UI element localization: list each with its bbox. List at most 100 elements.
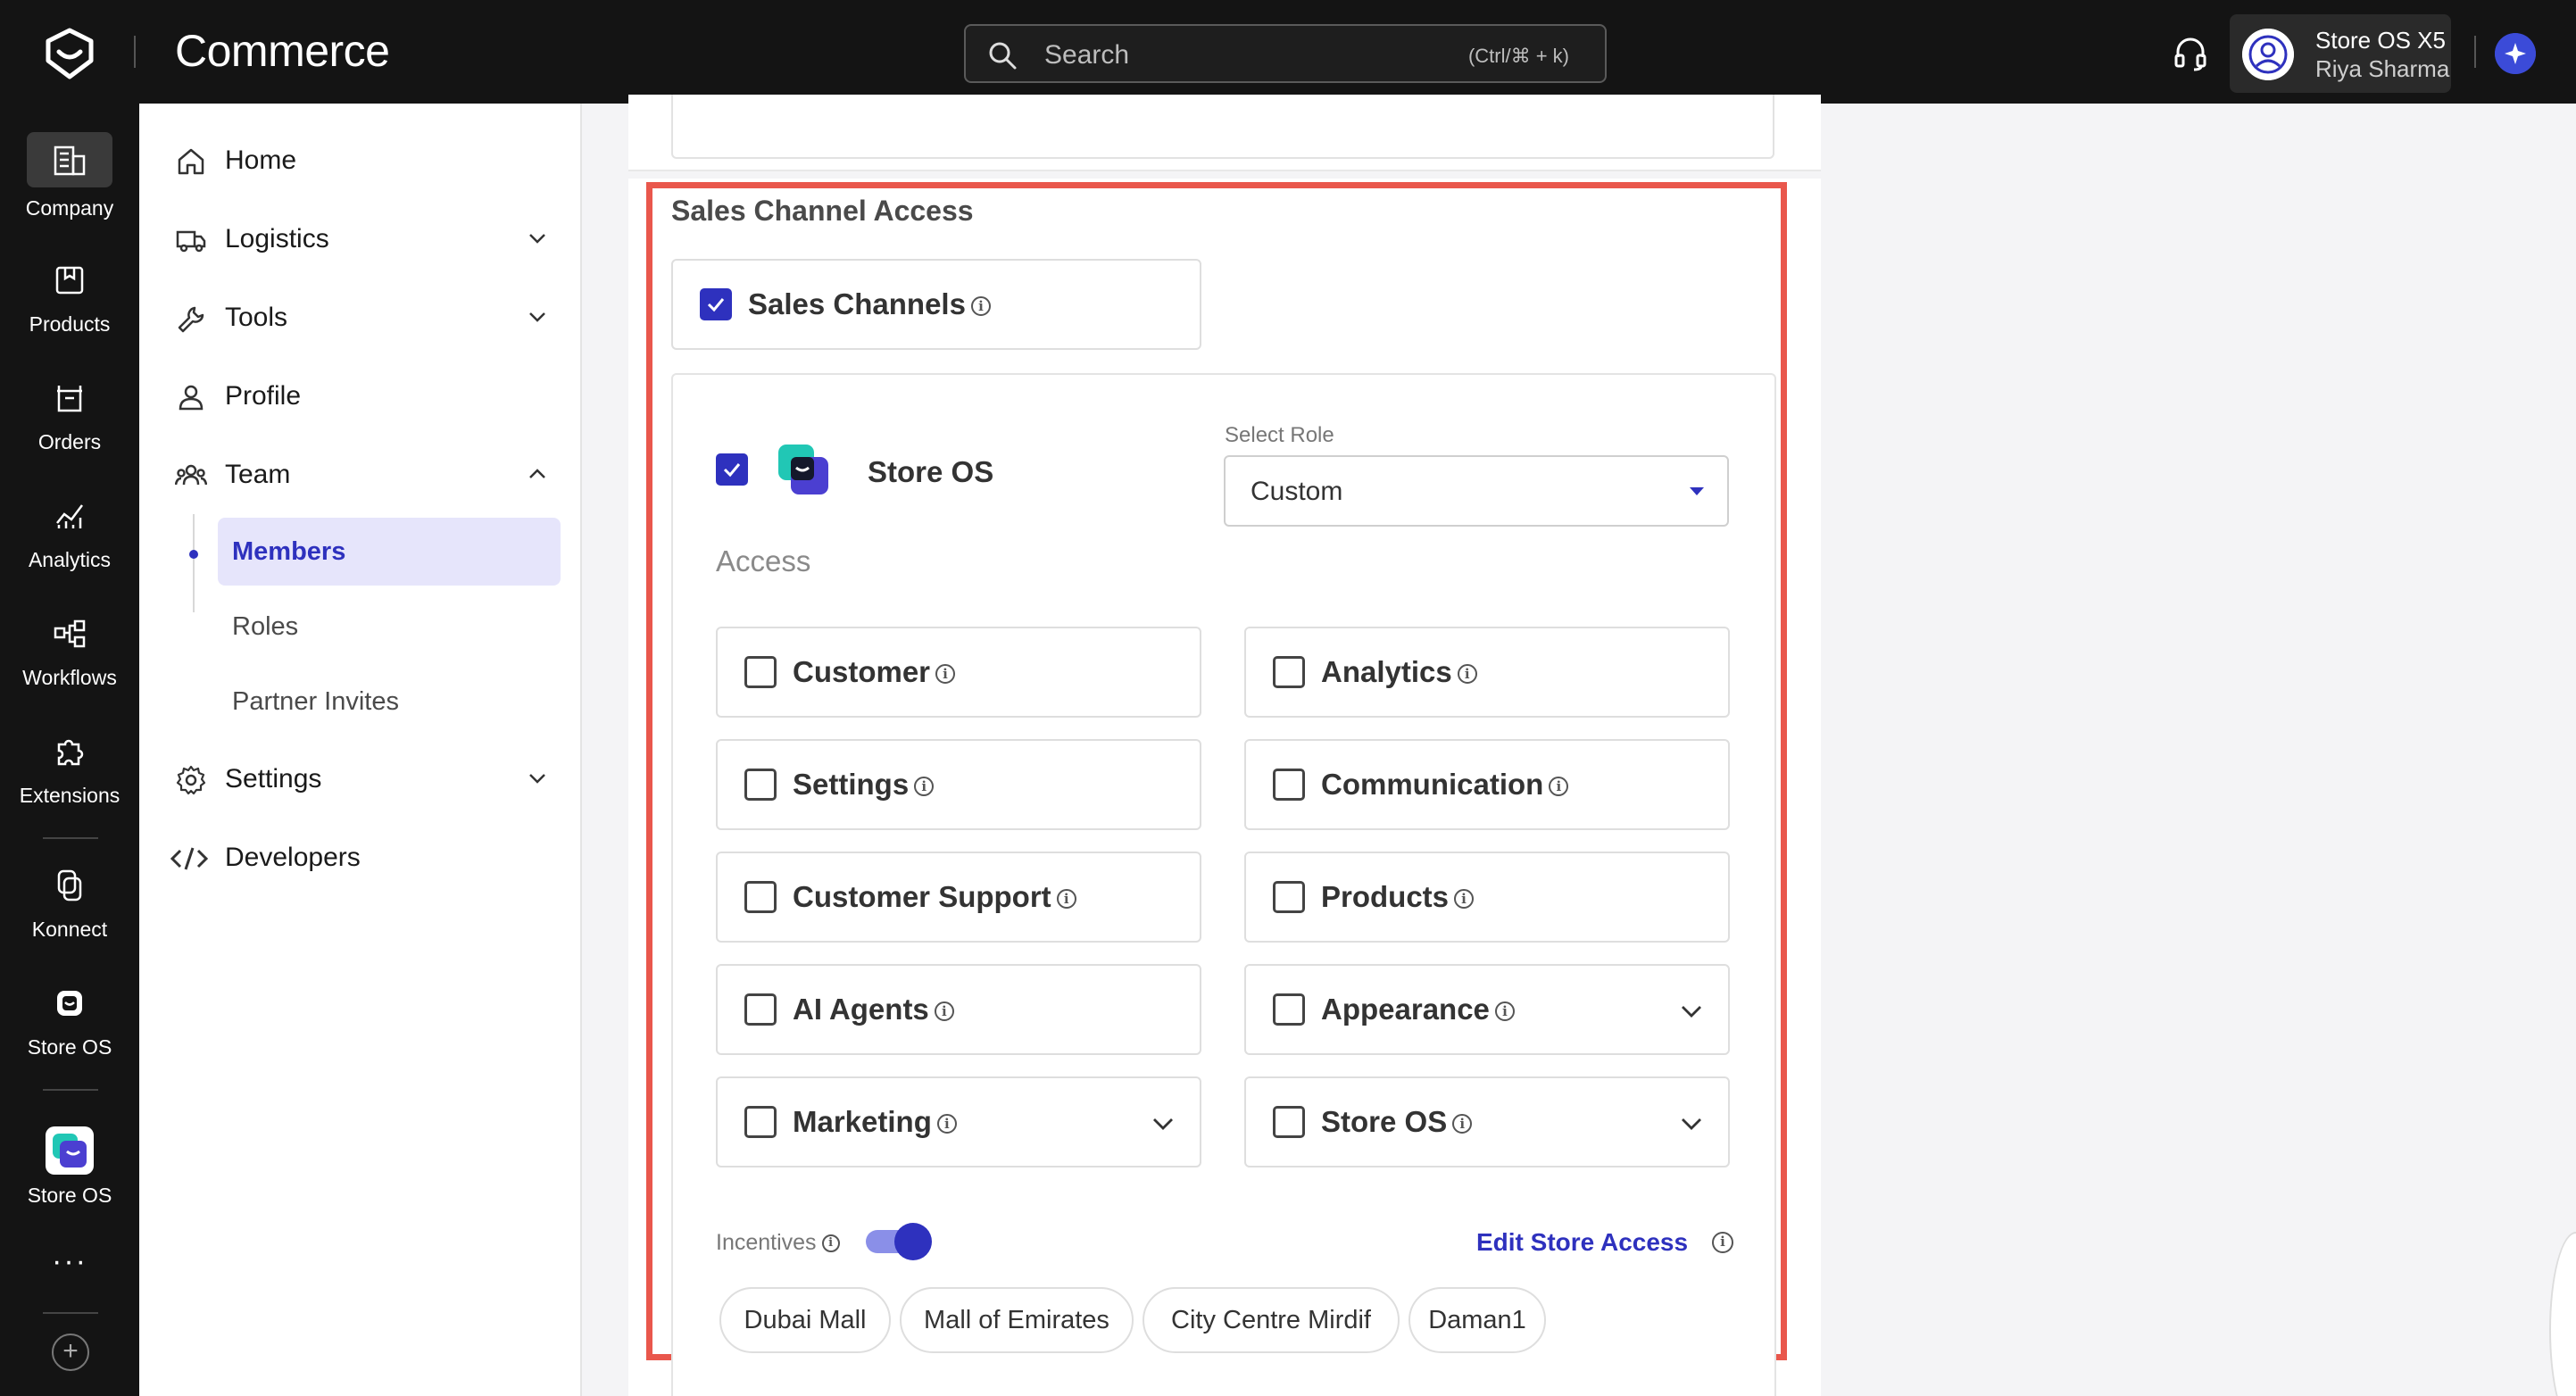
more-icon[interactable]: ···	[0, 1244, 139, 1279]
permission-checkbox[interactable]	[1273, 993, 1305, 1026]
permission-label: Store OS i	[1321, 1105, 1473, 1139]
permission-option[interactable]: Appearance i	[1244, 964, 1730, 1055]
sidebar-subitem-label[interactable]: Members	[232, 537, 345, 567]
info-icon[interactable]: i	[1452, 1114, 1473, 1134]
permission-label: AI Agents i	[793, 993, 954, 1026]
tree-line	[193, 514, 195, 612]
info-icon[interactable]: i	[1056, 889, 1076, 910]
info-icon[interactable]: i	[936, 1114, 957, 1134]
permission-option[interactable]: Store OS i	[1244, 1076, 1730, 1167]
permission-checkbox[interactable]	[1273, 656, 1305, 688]
rail-item-label: Products	[29, 312, 111, 336]
rail-item-company[interactable]: Company	[0, 132, 139, 220]
rail-item-products[interactable]: Products	[0, 261, 139, 337]
search-box[interactable]: Search (Ctrl/⌘ + k)	[964, 24, 1607, 83]
brand-logo-icon[interactable]	[41, 25, 98, 82]
edit-store-access-link[interactable]: Edit Store Access	[1476, 1228, 1688, 1257]
sidebar-item-settings[interactable]: Settings	[175, 753, 550, 803]
search-icon	[989, 42, 1017, 70]
access-label: Access	[716, 544, 811, 578]
permission-option[interactable]: AI Agents i	[716, 964, 1201, 1055]
account-user-name: Riya Sharma	[2315, 55, 2450, 82]
info-icon[interactable]: i	[970, 296, 991, 317]
store-pill[interactable]: City Centre Mirdif	[1143, 1287, 1400, 1353]
store-pill[interactable]: Daman1	[1408, 1287, 1546, 1353]
role-select[interactable]: Custom	[1224, 455, 1729, 527]
rail-item-orders[interactable]: Orders	[0, 378, 139, 454]
permission-label: Settings i	[793, 768, 935, 802]
store-pill[interactable]: Mall of Emirates	[900, 1287, 1134, 1353]
permission-option[interactable]: Customer i	[716, 627, 1201, 718]
sales-channels-option[interactable]: Sales Channels i	[671, 259, 1201, 350]
permission-checkbox[interactable]	[744, 1106, 777, 1138]
store-os-logo-icon	[778, 445, 828, 494]
permission-option[interactable]: Customer Support i	[716, 852, 1201, 943]
topbar-divider	[134, 36, 136, 68]
permission-checkbox[interactable]	[1273, 881, 1305, 913]
permission-option[interactable]: Settings i	[716, 739, 1201, 830]
option-label: Sales Channels i	[748, 287, 991, 321]
rail-item-extensions[interactable]: Extensions	[0, 732, 139, 808]
permission-checkbox[interactable]	[1273, 769, 1305, 801]
rail-item-label: Analytics	[28, 548, 112, 571]
rail-item-workflows[interactable]: Workflows	[0, 614, 139, 690]
rail-item-store-os[interactable]: Store OS	[0, 984, 139, 1059]
sidebar-item-logistics[interactable]: Logistics	[175, 213, 550, 263]
chevron-down-icon[interactable]	[1150, 1110, 1176, 1137]
sidebar-subitem-partner-invites[interactable]: Partner Invites	[232, 687, 399, 717]
incentives-toggle[interactable]	[866, 1223, 932, 1260]
store-os-checkbox[interactable]	[716, 453, 748, 486]
rail-item-konnect[interactable]: Konnect	[0, 866, 139, 942]
workflow-icon	[54, 619, 86, 648]
rail-item-label: Workflows	[22, 666, 117, 689]
account-switcher[interactable]: Store OS X5 Riya Sharma	[2230, 14, 2451, 93]
info-icon[interactable]: i	[934, 1001, 954, 1022]
chevron-down-icon	[529, 312, 545, 322]
rail-separator	[43, 837, 98, 839]
sidebar-item-label: Developers	[225, 843, 361, 872]
sidebar-item-profile[interactable]: Profile	[175, 370, 550, 420]
headset-icon[interactable]	[2171, 34, 2210, 73]
search-placeholder: Search	[1044, 40, 1130, 70]
ai-assistant-icon[interactable]	[2495, 33, 2536, 74]
rail-item-store-os-app[interactable]: Store OS	[0, 1126, 139, 1208]
sidebar-item-label: Logistics	[225, 224, 329, 253]
permission-checkbox[interactable]	[1273, 1106, 1305, 1138]
sidebar-item-team[interactable]: Team	[175, 449, 550, 499]
info-icon[interactable]: i	[1457, 664, 1477, 685]
orders-icon	[57, 386, 82, 412]
permission-label: Appearance i	[1321, 993, 1515, 1026]
sidebar-item-label: Tools	[225, 303, 288, 332]
rail-item-analytics[interactable]: Analytics	[0, 496, 139, 572]
permission-checkbox[interactable]	[744, 881, 777, 913]
info-icon[interactable]: i	[935, 664, 956, 685]
user-icon	[179, 385, 204, 411]
info-icon[interactable]: i	[1494, 1001, 1515, 1022]
sidebar-item-home[interactable]: Home	[175, 135, 550, 185]
box-icon	[55, 266, 84, 295]
sidebar-item-developers[interactable]: Developers	[170, 832, 550, 882]
permission-option[interactable]: Analytics i	[1244, 627, 1730, 718]
permission-checkbox[interactable]	[744, 769, 777, 801]
permission-checkbox[interactable]	[744, 656, 777, 688]
permission-option[interactable]: Communication i	[1244, 739, 1730, 830]
info-icon[interactable]: i	[1549, 777, 1569, 797]
store-os-icon	[57, 991, 82, 1016]
add-icon[interactable]: +	[52, 1334, 89, 1371]
permission-option[interactable]: Marketing i	[716, 1076, 1201, 1167]
info-icon[interactable]: i	[914, 777, 935, 797]
sidebar-item-tools[interactable]: Tools	[175, 292, 550, 342]
chevron-down-icon[interactable]	[1678, 1110, 1705, 1137]
permission-option[interactable]: Products i	[1244, 852, 1730, 943]
caret-down-icon	[1690, 487, 1704, 495]
info-icon[interactable]: i	[821, 1234, 840, 1253]
info-icon[interactable]: i	[1712, 1232, 1733, 1253]
store-os-name: Store OS	[868, 455, 994, 488]
rail-item-label: Extensions	[19, 784, 120, 807]
sales-channels-checkbox[interactable]	[700, 288, 732, 320]
store-pill[interactable]: Dubai Mall	[719, 1287, 891, 1353]
info-icon[interactable]: i	[1454, 889, 1475, 910]
chevron-down-icon[interactable]	[1678, 998, 1705, 1025]
sidebar-subitem-roles[interactable]: Roles	[232, 612, 298, 642]
permission-checkbox[interactable]	[744, 993, 777, 1026]
